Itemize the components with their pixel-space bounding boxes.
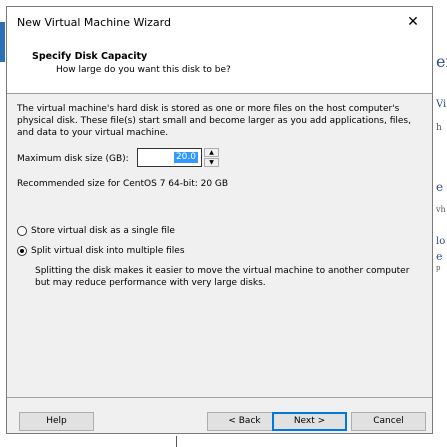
background-text: lo: [436, 236, 446, 247]
disk-size-value: 20.0: [173, 152, 198, 163]
background-text: e: [436, 250, 443, 263]
spin-down-button[interactable]: ▼: [204, 158, 219, 167]
radio-split-files-label: Split virtual disk into multiple files: [31, 246, 185, 256]
new-vm-wizard-dialog: New Virtual Machine Wizard ✕ Specify Dis…: [6, 6, 433, 434]
radio-button-checked[interactable]: [17, 246, 27, 256]
cancel-button[interactable]: Cancel: [351, 412, 426, 431]
back-button[interactable]: < Back: [207, 412, 282, 431]
footer-separator: [7, 397, 432, 398]
radio-button[interactable]: [17, 226, 27, 236]
background-text: er: [436, 52, 447, 71]
help-button[interactable]: Help: [19, 412, 94, 431]
background-text: p: [436, 264, 441, 272]
spin-up-button[interactable]: ▲: [204, 148, 219, 157]
next-button[interactable]: Next >: [272, 412, 347, 431]
disk-size-label: Maximum disk size (GB):: [17, 154, 129, 164]
wizard-header: Specify Disk Capacity How large do you w…: [7, 37, 432, 94]
close-button[interactable]: ✕: [400, 10, 426, 34]
close-icon: ✕: [407, 14, 419, 30]
background-window-bottom: [0, 434, 447, 447]
recommended-size-text: Recommended size for CentOS 7 64-bit: 20…: [17, 179, 229, 189]
background-accent-bar: [0, 22, 5, 62]
background-text: vh: [436, 205, 446, 214]
title-bar: New Virtual Machine Wizard ✕: [7, 7, 432, 37]
radio-single-file-label: Store virtual disk as a single file: [31, 226, 175, 236]
page-subtitle: How large do you want this disk to be?: [56, 65, 231, 75]
background-text: e: [436, 180, 444, 194]
split-description: Splitting the disk makes it easier to mo…: [35, 266, 410, 288]
background-text: Vi: [436, 99, 447, 110]
disk-size-spinner: ▲ ▼: [204, 148, 219, 167]
window-title: New Virtual Machine Wizard: [17, 16, 171, 29]
disk-description: The virtual machine's hard disk is store…: [17, 104, 411, 138]
background-text: h: [436, 123, 442, 133]
disk-size-input[interactable]: 20.0: [137, 148, 202, 167]
background-divider: [176, 436, 177, 447]
page-title: Specify Disk Capacity: [32, 51, 148, 62]
